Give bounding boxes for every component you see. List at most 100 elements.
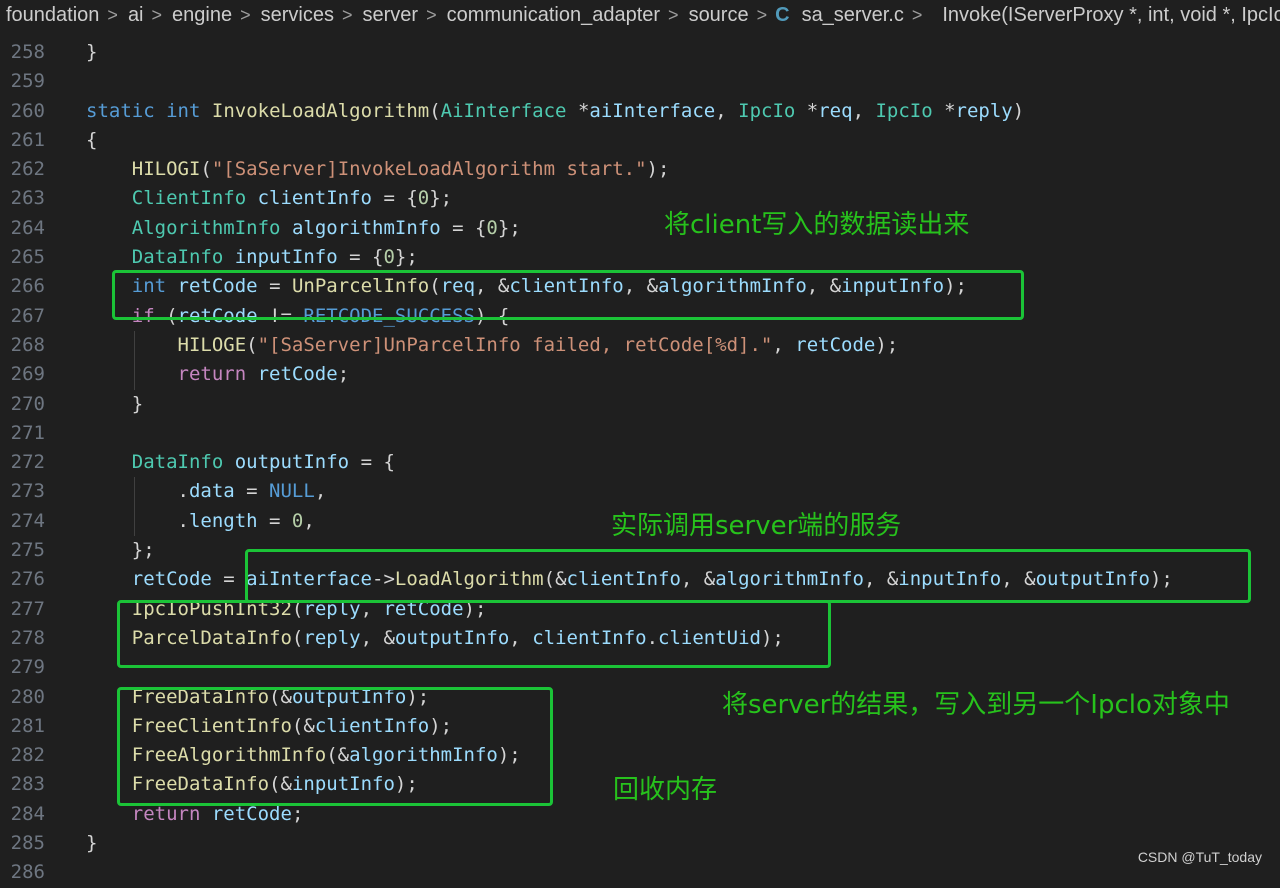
chevron-right-icon: > [151,4,163,25]
code-line[interactable]: 264 AlgorithmInfo algorithmInfo = {0}; [0,214,1280,243]
code-token: "[SaServer]UnParcelInfo failed, retCode[… [257,333,773,356]
code-token: . [86,509,189,532]
code-token: DataInfo [131,451,224,474]
breadcrumb-item[interactable]: communication_adapter [441,4,660,27]
code-token: = [257,509,292,532]
code-token: aiInterface [589,99,716,122]
code-line[interactable]: 262 HILOGI("[SaServer]InvokeLoadAlgorith… [0,155,1280,184]
chevron-right-icon: > [911,4,923,25]
watermark: CSDN @TuT_today [1137,849,1262,865]
line-number: 282 [10,744,45,767]
code-token: }; [429,187,453,210]
code-line[interactable]: 258} [0,38,1280,67]
code-line[interactable]: 261 { [0,126,1280,155]
code-token: NULL [269,480,315,503]
chevron-right-icon: > [756,4,768,25]
breadcrumb: foundation > ai > engine > services > se… [0,0,1280,30]
breadcrumb-item[interactable]: foundation [0,4,99,27]
code-line[interactable]: 285} [0,829,1280,858]
code-line[interactable]: 270 } [0,390,1280,419]
line-number: 276 [10,568,45,591]
line-number: 265 [10,246,45,269]
breadcrumb-symbol[interactable]: Invoke(IServerProxy *, int, void *, IpcI… [936,4,1280,27]
line-number: 264 [10,216,45,239]
code-line[interactable]: 260 static int InvokeLoadAlgorithm(AiInte… [0,97,1280,126]
breadcrumb-item[interactable]: source [683,4,749,27]
code-token: , [715,99,739,122]
breadcrumb-item[interactable]: ai [122,4,144,27]
code-line[interactable]: 273 .data = NULL, [0,477,1280,507]
code-token: algorithmInfo [291,216,441,239]
code-line[interactable]: 265 DataInfo inputInfo = {0}; [0,243,1280,272]
indent-guide [134,330,135,361]
breadcrumb-item[interactable]: server [356,4,418,27]
code-text: return retCode; [86,360,350,389]
line-number: 277 [10,597,45,620]
code-text: HILOGE("[SaServer]UnParcelInfo failed, r… [86,331,899,360]
code-token: req [818,99,853,122]
code-text: .data = NULL, [86,477,327,506]
breadcrumb-file[interactable]: sa_server.c [796,4,904,27]
chevron-right-icon: > [426,4,437,25]
code-line[interactable]: 271 [0,419,1280,448]
code-text: } [86,829,97,858]
code-token: ; [337,363,350,386]
annotation-write-result: 将server的结果，写入到另一个Ipclo对象中 [722,690,1230,720]
line-number: 280 [10,685,45,708]
line-number: 259 [10,70,45,93]
line-number: 269 [10,363,45,386]
line-number: 275 [10,539,45,562]
line-number: 271 [10,421,45,444]
code-text: .length = 0, [86,507,315,536]
highlight-box-free [117,687,553,806]
breadcrumb-item[interactable]: services [255,4,334,27]
line-number: 279 [10,656,45,679]
code-line[interactable]: 272 DataInfo outputInfo = { [0,448,1280,477]
code-token: ); [875,333,899,356]
code-token: }; [497,216,521,239]
code-line[interactable]: 269 return retCode; [0,360,1280,390]
code-token: , [772,333,796,356]
code-token: * [932,99,956,122]
code-line[interactable]: 263 ClientInfo clientInfo = {0}; [0,184,1280,213]
code-token: = [234,480,270,503]
line-number: 260 [10,99,45,122]
code-line[interactable]: 268 HILOGE("[SaServer]UnParcelInfo faile… [0,330,1280,361]
code-token: return [131,802,201,825]
code-token: static [86,99,155,122]
code-token: = { [440,216,487,239]
code-token: AlgorithmInfo [131,216,281,239]
code-token: length [188,509,258,532]
code-token: } [86,832,98,855]
code-line[interactable]: 259 [0,67,1280,96]
code-token: ; [291,802,304,825]
code-token: retCode [257,363,338,386]
code-token: = { [337,246,384,269]
code-token: ); [646,158,670,181]
highlight-box-load-algorithm [245,549,1251,603]
breadcrumb-item[interactable]: engine [166,4,232,27]
line-number: 262 [10,158,45,181]
indent-guide [134,477,135,507]
indent-guide [134,360,135,390]
code-token: * [795,99,819,122]
code-token: 0 [486,216,498,239]
annotation-free-memory: 回收内存 [613,775,718,805]
code-text: { [86,126,97,155]
code-token: = { [349,451,395,474]
code-text: } [86,390,143,419]
code-token: HILOGE [177,333,247,356]
line-number: 263 [10,187,45,210]
line-number: 278 [10,626,45,649]
